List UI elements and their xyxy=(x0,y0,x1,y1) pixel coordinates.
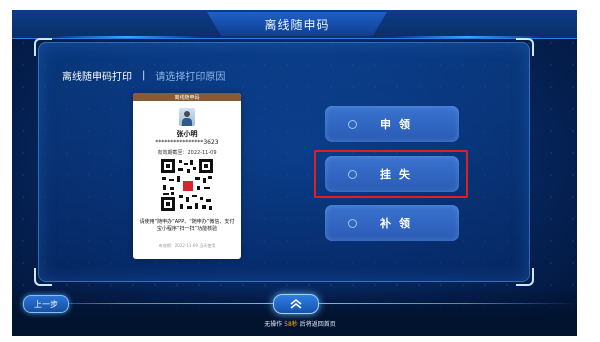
breadcrumb: 离线随申码打印 | 请选择打印原因 xyxy=(62,68,225,83)
title-decor-left xyxy=(52,36,202,38)
card-id-number: ****************3623 xyxy=(155,139,219,146)
breadcrumb-current: 离线随申码打印 xyxy=(62,72,132,83)
apply-button-label: 申领 xyxy=(380,118,418,131)
page-title: 离线随申码 xyxy=(207,12,387,36)
timeout-countdown: 58秒 xyxy=(284,321,298,328)
code-preview-card: 离线随申码 张小明 ****************3623 有效期截至：202… xyxy=(133,93,241,259)
logo-icon xyxy=(182,180,194,192)
reissue-button-label: 补领 xyxy=(380,217,418,230)
avatar xyxy=(179,108,195,126)
back-button[interactable]: 上一步 xyxy=(23,295,69,313)
apply-button[interactable]: 申领 xyxy=(325,106,459,142)
radio-icon xyxy=(348,218,357,228)
card-header: 离线随申码 xyxy=(133,93,241,101)
breadcrumb-separator: | xyxy=(142,70,146,81)
card-footnote: 有效期：2022-11-09 当天使用 xyxy=(158,243,216,248)
card-name: 张小明 xyxy=(176,130,198,138)
breadcrumb-hint: 请选择打印原因 xyxy=(155,72,226,83)
timeout-notice: 无操作 58秒 后将返回首页 xyxy=(0,319,600,328)
panel-corner xyxy=(516,38,534,56)
timeout-suffix: 后将返回首页 xyxy=(299,321,336,328)
selection-highlight xyxy=(314,150,468,198)
card-validity: 有效期截至：2022-11-09 xyxy=(157,150,217,156)
reissue-button[interactable]: 补领 xyxy=(325,205,459,241)
timeout-prefix: 无操作 xyxy=(264,321,283,328)
panel-corner xyxy=(34,38,52,56)
home-button[interactable] xyxy=(273,294,319,314)
home-icon xyxy=(289,295,303,314)
radio-icon xyxy=(348,119,357,129)
qr-code-icon xyxy=(159,157,215,213)
panel-corner xyxy=(34,268,52,286)
panel-corner xyxy=(516,268,534,286)
card-instruction: 请使用“随申办”APP、“随申办”微信、支付宝小程序“扫一扫”功能核验 xyxy=(139,219,235,232)
